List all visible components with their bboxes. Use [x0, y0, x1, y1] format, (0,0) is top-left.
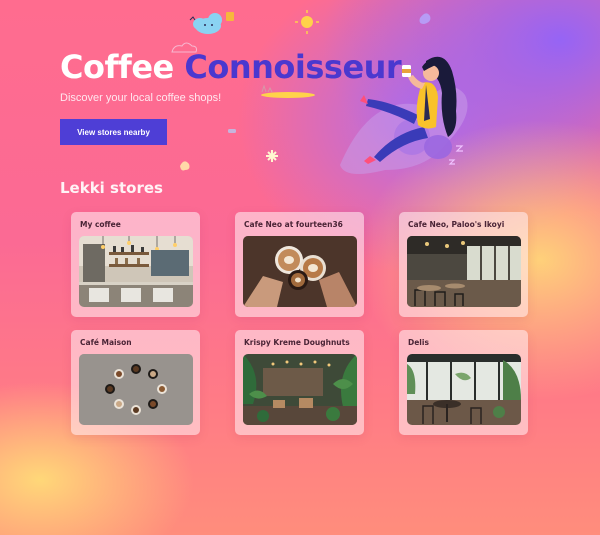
store-card-my-coffee[interactable]: My coffee — [71, 212, 200, 317]
hero-subtitle: Discover your local coffee shops! — [60, 92, 222, 104]
store-card-krispy-kreme[interactable]: Krispy Kreme Doughnuts — [235, 330, 364, 435]
store-name: Krispy Kreme Doughnuts — [244, 338, 350, 347]
cafe-interior-photo — [407, 236, 521, 307]
flower-icon — [266, 150, 278, 162]
store-card-cafe-maison[interactable]: Café Maison — [71, 330, 200, 435]
title-coffee: Coffee — [60, 48, 174, 86]
page-title: Coffee Connoisseur — [60, 48, 402, 86]
store-name: My coffee — [80, 220, 121, 229]
store-card-delis[interactable]: Delis — [399, 330, 528, 435]
sun-icon — [295, 10, 319, 34]
latte-cups-cheers-photo — [243, 236, 357, 307]
store-name: Cafe Neo, Paloo's Ikoyi — [408, 220, 505, 229]
store-name: Delis — [408, 338, 429, 347]
plant-filled-cafe-photo — [243, 354, 357, 425]
store-name: Café Maison — [80, 338, 132, 347]
store-name: Cafe Neo at fourteen36 — [244, 220, 343, 229]
bar-counter-photo — [79, 236, 193, 307]
view-stores-nearby-button[interactable]: View stores nearby — [60, 119, 167, 145]
blob-icon — [419, 13, 431, 24]
shell-icon — [180, 161, 190, 171]
section-title: Lekki stores — [60, 179, 163, 197]
store-card-cafe-neo-fourteen36[interactable]: Cafe Neo at fourteen36 — [235, 212, 364, 317]
window-table-photo — [407, 354, 521, 425]
store-card-cafe-neo-paloos-ikoyi[interactable]: Cafe Neo, Paloo's Ikoyi — [399, 212, 528, 317]
coffee-cups-circle-photo — [79, 354, 193, 425]
hill-icon — [261, 92, 315, 98]
cloud-mascot-icon — [189, 12, 234, 34]
title-connoisseur: Connoisseur — [184, 48, 402, 86]
